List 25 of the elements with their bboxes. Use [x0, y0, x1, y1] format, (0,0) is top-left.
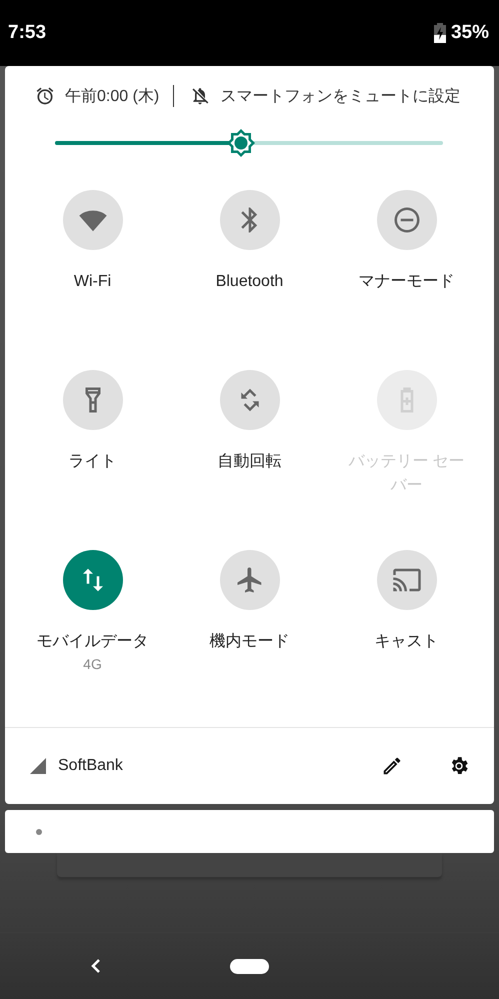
carrier-name: SoftBank [58, 757, 124, 775]
airplane-icon [234, 565, 264, 595]
tile-label: ライト [68, 452, 116, 472]
battery-percent: 35% [450, 22, 489, 44]
tile-label: キャスト [374, 632, 438, 652]
edit-button[interactable] [381, 755, 403, 777]
tile-label: 機内モード [210, 632, 290, 652]
brightness-thumb[interactable] [226, 128, 256, 158]
dot-icon [36, 828, 42, 834]
battery-charging-icon [434, 23, 446, 43]
tile-label: 自動回転 [218, 452, 282, 472]
home-button[interactable] [230, 958, 269, 974]
alarm-clock-icon [35, 86, 55, 106]
tile-sublabel: 4G [83, 655, 102, 674]
pencil-icon [381, 755, 403, 777]
ringer-mode-text[interactable]: スマートフォンをミュートに設定 [220, 86, 460, 106]
brightness-slider[interactable] [55, 128, 443, 158]
tile-label: モバイルデータ [36, 632, 148, 652]
signal-icon [30, 758, 46, 774]
tile-label: Bluetooth [216, 272, 284, 292]
clock-time: 7:53 [8, 22, 46, 44]
next-alarm-text[interactable]: 午前0:00 (木) [65, 86, 160, 106]
tile-label: Wi-Fi [74, 272, 112, 292]
tile-label: マナーモード [358, 272, 454, 292]
bell-off-icon [190, 86, 210, 106]
